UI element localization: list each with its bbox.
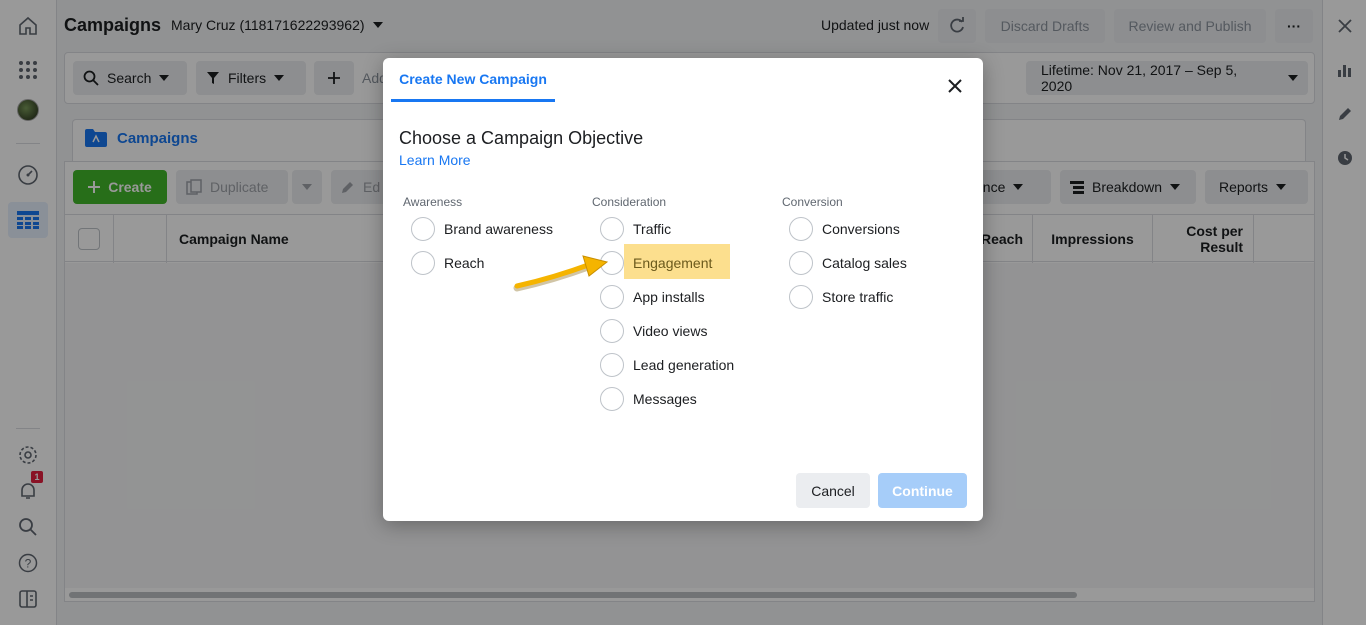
- objective-brand-awareness[interactable]: Brand awareness: [411, 214, 553, 244]
- objective-video-views[interactable]: Video views: [600, 316, 707, 346]
- annotation-arrow-icon: [513, 255, 609, 292]
- radio-button[interactable]: [789, 285, 813, 309]
- group-label-conversion: Conversion: [782, 195, 843, 209]
- radio-button[interactable]: [600, 319, 624, 343]
- objective-label: Conversions: [822, 221, 900, 237]
- radio-button[interactable]: [789, 251, 813, 275]
- radio-button[interactable]: [789, 217, 813, 241]
- objective-messages[interactable]: Messages: [600, 384, 697, 414]
- objective-label: Brand awareness: [444, 221, 553, 237]
- objective-label: Traffic: [633, 221, 672, 237]
- objective-label: Messages: [633, 391, 697, 407]
- radio-button[interactable]: [600, 387, 624, 411]
- cancel-button[interactable]: Cancel: [796, 473, 870, 508]
- objective-label: Store traffic: [822, 289, 894, 305]
- objective-conversions[interactable]: Conversions: [789, 214, 900, 244]
- objective-traffic[interactable]: Traffic: [600, 214, 671, 244]
- objective-label: Catalog sales: [822, 255, 907, 271]
- objective-engagement[interactable]: Engagement: [600, 248, 712, 278]
- objective-label: App installs: [633, 289, 705, 305]
- objective-label: Reach: [444, 255, 485, 271]
- radio-button[interactable]: [600, 353, 624, 377]
- group-label-consideration: Consideration: [592, 195, 667, 209]
- objective-label: Lead generation: [633, 357, 735, 373]
- radio-button[interactable]: [411, 251, 435, 275]
- objective-store-traffic[interactable]: Store traffic: [789, 282, 893, 312]
- objective-catalog-sales[interactable]: Catalog sales: [789, 248, 907, 278]
- create-campaign-dialog: Create New Campaign Choose a Campaign Ob…: [383, 58, 983, 521]
- tab-create-new-campaign[interactable]: Create New Campaign: [391, 58, 555, 102]
- radio-button[interactable]: [600, 217, 624, 241]
- objective-reach[interactable]: Reach: [411, 248, 484, 278]
- objective-lead-generation[interactable]: Lead generation: [600, 350, 734, 380]
- close-icon[interactable]: [943, 74, 967, 98]
- objective-app-installs[interactable]: App installs: [600, 282, 705, 312]
- continue-button[interactable]: Continue: [878, 473, 967, 508]
- objective-label: Video views: [633, 323, 708, 339]
- group-label-awareness: Awareness: [403, 195, 463, 209]
- dialog-title: Choose a Campaign Objective: [399, 128, 644, 148]
- objective-label: Engagement: [633, 255, 713, 271]
- radio-button[interactable]: [411, 217, 435, 241]
- learn-more-link[interactable]: Learn More: [399, 152, 471, 168]
